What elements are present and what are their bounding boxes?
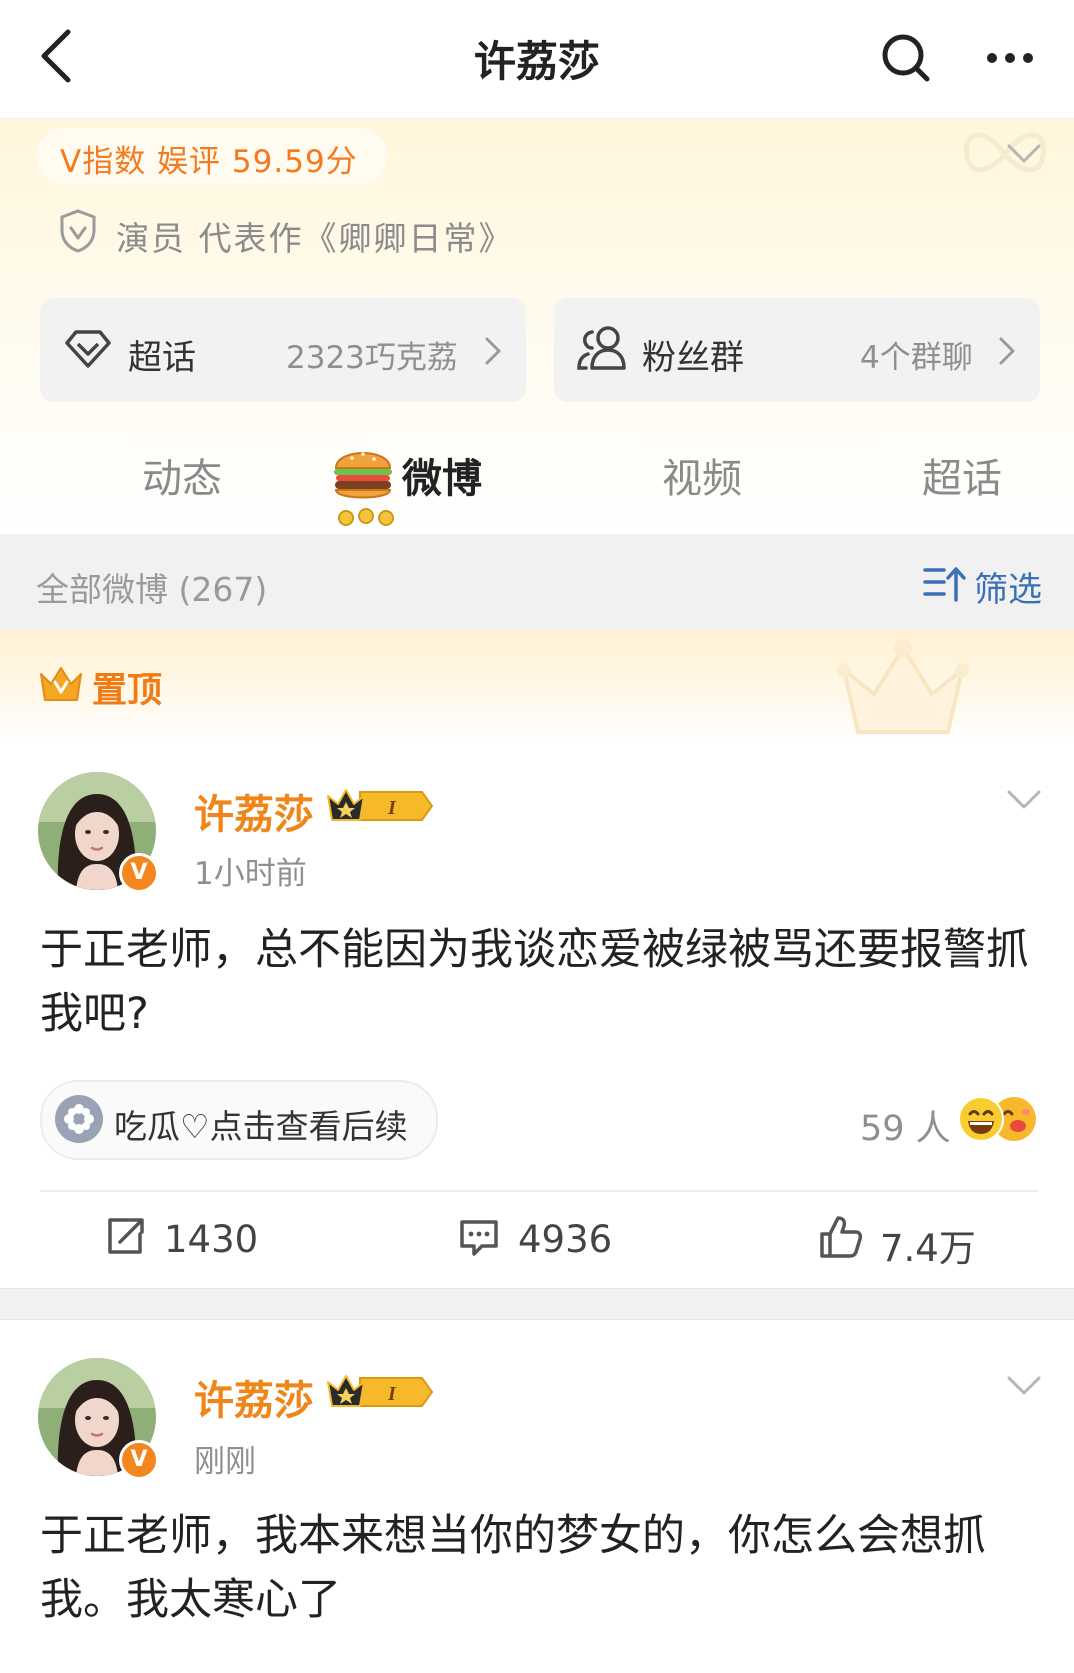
expand-chevron-icon[interactable] (1006, 142, 1042, 166)
fans-group-label: 粉丝群 (642, 338, 744, 378)
tab-chaohua[interactable]: 超话 (922, 446, 1002, 504)
post-time: 刚刚 (194, 1444, 256, 1480)
tab-dongtai[interactable]: 动态 (142, 446, 222, 504)
more-button[interactable] (980, 36, 1040, 80)
burger-icon (334, 452, 394, 526)
filter-button[interactable]: 筛选 (974, 562, 1042, 611)
verified-badge: V (119, 1440, 159, 1480)
post-separator (0, 1288, 1074, 1320)
search-button[interactable] (876, 28, 936, 88)
v-index-text: V指数 娱评 59.59分 (60, 144, 358, 180)
post-text: 于正老师，我本来想当你的梦女的，你怎么会想抓我。我太寒心了 (40, 1511, 986, 1625)
bow-decoration-icon (964, 132, 1046, 173)
repost-count[interactable]: 1430 (164, 1218, 258, 1261)
group-users-icon (577, 326, 626, 370)
svg-text:I: I (387, 797, 397, 819)
chaohua-label: 超话 (128, 338, 196, 378)
shield-icon (60, 209, 96, 253)
search-icon (882, 34, 930, 82)
post-menu-chevron-icon[interactable] (1006, 788, 1042, 812)
post-menu-chevron-icon[interactable] (1006, 1374, 1042, 1398)
chaohua-value: 2323巧克荔 (286, 340, 458, 376)
repost-icon[interactable] (104, 1216, 146, 1258)
like-thumb-icon[interactable] (818, 1214, 864, 1260)
comment-icon[interactable] (458, 1218, 500, 1258)
like-count[interactable]: 7.4万 (880, 1218, 976, 1272)
topic-flower-icon (55, 1095, 103, 1143)
pinned-label: 置顶 (92, 671, 163, 711)
post-time: 1小时前 (194, 856, 307, 892)
crown-watermark-icon (837, 639, 969, 734)
post-text: 于正老师，总不能因为我谈恋爱被绿被骂还要报警抓我吧? (40, 925, 1029, 1039)
reaction-count: 59 人 (860, 1109, 951, 1149)
svg-text:I: I (387, 1383, 397, 1405)
weibo-count: 全部微博 (267) (36, 570, 268, 609)
topic-text: 吃瓜♡点击查看后续 (114, 1107, 408, 1146)
role-text: 演员 代表作《卿卿日常》 (116, 219, 514, 258)
member-crown-badge-icon: I (327, 1375, 434, 1407)
chevron-right-icon (485, 337, 501, 365)
post-author[interactable]: 许荔莎 (194, 1368, 314, 1426)
verified-badge: V (119, 853, 159, 893)
tab-video[interactable]: 视频 (662, 446, 742, 504)
chevron-right-icon (999, 337, 1015, 365)
fans-group-value: 4个群聊 (860, 340, 973, 376)
filter-sort-icon[interactable] (922, 564, 966, 604)
more-dots-icon (987, 53, 1033, 63)
comment-count[interactable]: 4936 (518, 1218, 612, 1261)
member-crown-badge-icon: I (327, 789, 434, 821)
crown-icon (40, 667, 82, 701)
divider (40, 1190, 1038, 1192)
diamond-icon (65, 330, 111, 368)
tab-weibo[interactable]: 微博 (402, 446, 482, 504)
post-author[interactable]: 许荔莎 (194, 782, 314, 840)
emoji-reactions-icon[interactable] (956, 1094, 1040, 1144)
